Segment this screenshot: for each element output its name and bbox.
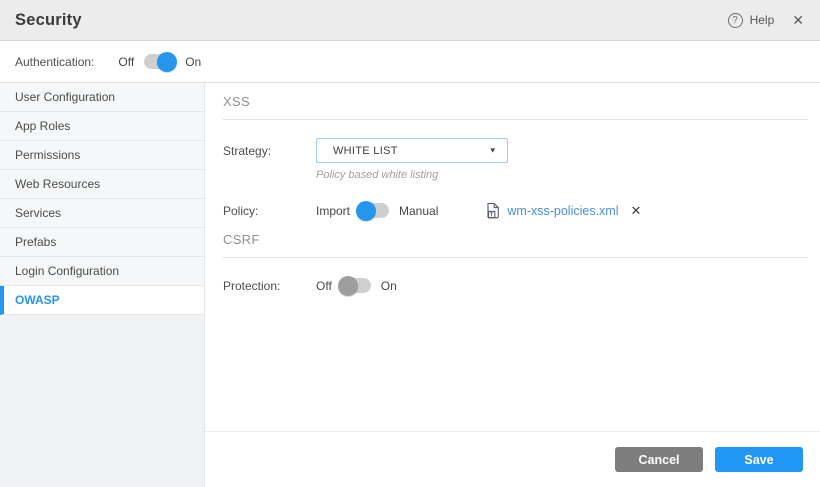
chevron-down-icon: ▼ [489, 146, 497, 154]
authentication-bar: Authentication: Off On [0, 41, 820, 83]
security-dialog: Security ? Help ✕ Authentication: Off On… [0, 0, 820, 487]
authentication-off-label: Off [118, 55, 134, 69]
policy-manual-label: Manual [399, 204, 438, 218]
sidebar-item-owasp[interactable]: OWASP [0, 286, 204, 315]
policy-label: Policy: [223, 204, 316, 218]
toggle-knob [338, 276, 358, 296]
protection-row: Protection: Off On [223, 278, 808, 293]
authentication-label: Authentication: [15, 55, 94, 69]
sidebar: User Configuration App Roles Permissions… [0, 83, 205, 487]
sidebar-item-login-configuration[interactable]: Login Configuration [0, 257, 204, 286]
strategy-row: Strategy: WHITE LIST ▼ [223, 138, 808, 163]
sidebar-item-app-roles[interactable]: App Roles [0, 112, 204, 141]
sidebar-item-user-configuration[interactable]: User Configuration [0, 83, 204, 112]
header-actions: ? Help ✕ [728, 12, 804, 29]
sidebar-item-permissions[interactable]: Permissions [0, 141, 204, 170]
close-icon[interactable]: ✕ [792, 12, 804, 29]
help-icon[interactable]: ? [728, 13, 743, 28]
toggle-knob [356, 201, 376, 221]
strategy-hint: Policy based white listing [316, 169, 820, 181]
policy-file-chip: T wm-xss-policies.xml ✕ [486, 202, 641, 219]
policy-row: Policy: Import Manual T wm-xss-policies.… [223, 202, 808, 219]
strategy-label: Strategy: [223, 144, 316, 158]
protection-toggle[interactable] [340, 278, 371, 293]
dialog-body: User Configuration App Roles Permissions… [0, 83, 820, 487]
protection-label: Protection: [223, 279, 316, 293]
file-icon: T [486, 202, 500, 219]
sidebar-item-prefabs[interactable]: Prefabs [0, 228, 204, 257]
dialog-header: Security ? Help ✕ [0, 0, 820, 41]
authentication-on-label: On [185, 55, 201, 69]
policy-mode-toggle[interactable] [358, 203, 389, 218]
dialog-footer: Cancel Save [205, 431, 820, 487]
page-title: Security [15, 11, 82, 30]
save-button[interactable]: Save [715, 447, 803, 472]
policy-import-label: Import [316, 204, 350, 218]
xss-section-heading: XSS [223, 94, 808, 120]
toggle-knob [157, 52, 177, 72]
authentication-toggle[interactable] [144, 54, 175, 69]
sidebar-item-web-resources[interactable]: Web Resources [0, 170, 204, 199]
strategy-select-value: WHITE LIST [333, 145, 398, 157]
remove-file-icon[interactable]: ✕ [631, 203, 642, 219]
policy-file-link[interactable]: wm-xss-policies.xml [507, 204, 618, 218]
cancel-button[interactable]: Cancel [615, 447, 703, 472]
help-link[interactable]: Help [750, 13, 775, 27]
strategy-select[interactable]: WHITE LIST ▼ [316, 138, 508, 163]
main-panel: XSS Strategy: WHITE LIST ▼ Policy based … [205, 83, 820, 487]
protection-on-label: On [381, 279, 397, 293]
sidebar-item-services[interactable]: Services [0, 199, 204, 228]
protection-off-label: Off [316, 279, 332, 293]
csrf-section-heading: CSRF [223, 232, 808, 258]
